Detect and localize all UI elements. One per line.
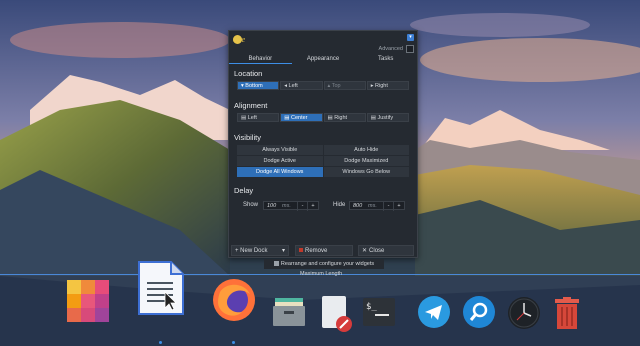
hide-delay-label: Hide bbox=[333, 202, 346, 208]
align-center-icon: ▤ bbox=[284, 115, 291, 121]
running-indicator bbox=[232, 341, 235, 344]
latte-settings-window: atte ▾ Advanced Behavior Appearance Task… bbox=[228, 30, 418, 258]
alignment-options: ▤ Left ▤ Center ▤ Right ▤ Justify bbox=[237, 113, 409, 123]
close-icon: ✕ bbox=[362, 248, 368, 254]
clock-icon[interactable] bbox=[507, 296, 541, 330]
arrow-down-icon: ▾ bbox=[241, 83, 244, 89]
auto-hide-button[interactable]: Auto Hide bbox=[323, 145, 409, 155]
settings-tabs: Behavior Appearance Tasks bbox=[229, 54, 417, 64]
dodge-all-windows-button[interactable]: Dodge All Windows bbox=[237, 167, 323, 177]
arrow-left-icon: ◂ bbox=[284, 83, 288, 89]
svg-text:$_: $_ bbox=[366, 302, 377, 312]
arrow-right-icon: ▸ bbox=[370, 83, 374, 89]
delay-heading: Delay bbox=[234, 186, 254, 195]
visibility-heading: Visibility bbox=[234, 133, 261, 142]
remove-icon bbox=[299, 248, 303, 252]
visibility-options: Always Visible Auto Hide Dodge Active Do… bbox=[237, 145, 409, 177]
dodge-active-button[interactable]: Dodge Active bbox=[237, 156, 323, 166]
close-button[interactable]: ✕ Close bbox=[358, 245, 414, 256]
telegram-icon[interactable] bbox=[418, 296, 450, 328]
terminal-icon[interactable]: $_ bbox=[363, 298, 395, 326]
dodge-maximized-button[interactable]: Dodge Maximized bbox=[323, 156, 409, 166]
align-right-button[interactable]: ▤ Right bbox=[323, 113, 366, 122]
windows-go-below-button[interactable]: Windows Go Below bbox=[323, 167, 409, 177]
rearrange-widgets-button[interactable]: Rearrange and configure your widgets bbox=[264, 259, 384, 269]
tab-appearance[interactable]: Appearance bbox=[292, 54, 355, 64]
show-delay-spinbox[interactable]: 100 ms. - + bbox=[263, 201, 319, 211]
rearrange-icon bbox=[273, 261, 279, 267]
location-left-button[interactable]: ◂ Left bbox=[280, 81, 323, 90]
new-dock-button[interactable]: + New Dock ▾ bbox=[231, 245, 289, 256]
align-left-button[interactable]: ▤ Left bbox=[237, 113, 280, 122]
running-indicator bbox=[159, 341, 162, 344]
tab-tasks[interactable]: Tasks bbox=[354, 54, 417, 64]
text-editor-icon[interactable] bbox=[320, 296, 352, 332]
arrow-up-icon: ▴ bbox=[327, 83, 331, 89]
location-heading: Location bbox=[234, 69, 263, 78]
location-right-button[interactable]: ▸ Right bbox=[366, 81, 409, 90]
hide-increase-button[interactable]: + bbox=[393, 202, 404, 211]
align-left-icon: ▤ bbox=[241, 115, 248, 121]
location-options: ▾ Bottom ◂ Left ▴ Top ▸ Right bbox=[237, 81, 409, 91]
show-delay-label: Show bbox=[243, 202, 259, 208]
document-viewer-icon[interactable] bbox=[137, 260, 185, 316]
dropdown-arrow-icon: ▾ bbox=[281, 248, 285, 254]
hide-delay-spinbox[interactable]: 800 ms. - + bbox=[349, 201, 405, 211]
advanced-checkbox[interactable] bbox=[406, 45, 414, 53]
pin-button[interactable]: ▾ bbox=[407, 34, 414, 41]
file-cabinet-icon[interactable] bbox=[273, 296, 305, 326]
trash-icon[interactable] bbox=[553, 297, 581, 329]
show-decrease-button[interactable]: - bbox=[297, 202, 307, 211]
tab-behavior[interactable]: Behavior bbox=[229, 54, 292, 64]
latte-logo: atte bbox=[233, 35, 263, 47]
align-center-button[interactable]: ▤ Center bbox=[280, 113, 323, 122]
office-grid-icon[interactable] bbox=[67, 280, 109, 322]
location-bottom-button[interactable]: ▾ Bottom bbox=[237, 81, 280, 90]
firefox-icon[interactable] bbox=[212, 278, 256, 322]
align-justify-button[interactable]: ▤ Justify bbox=[366, 113, 409, 122]
location-top-button[interactable]: ▴ Top bbox=[323, 81, 366, 90]
hide-decrease-button[interactable]: - bbox=[383, 202, 393, 211]
remove-button[interactable]: Remove bbox=[295, 245, 353, 256]
always-visible-button[interactable]: Always Visible bbox=[237, 145, 323, 155]
show-increase-button[interactable]: + bbox=[307, 202, 318, 211]
advanced-label: Advanced bbox=[378, 46, 403, 52]
search-app-icon[interactable] bbox=[463, 296, 495, 328]
alignment-heading: Alignment bbox=[234, 101, 268, 110]
